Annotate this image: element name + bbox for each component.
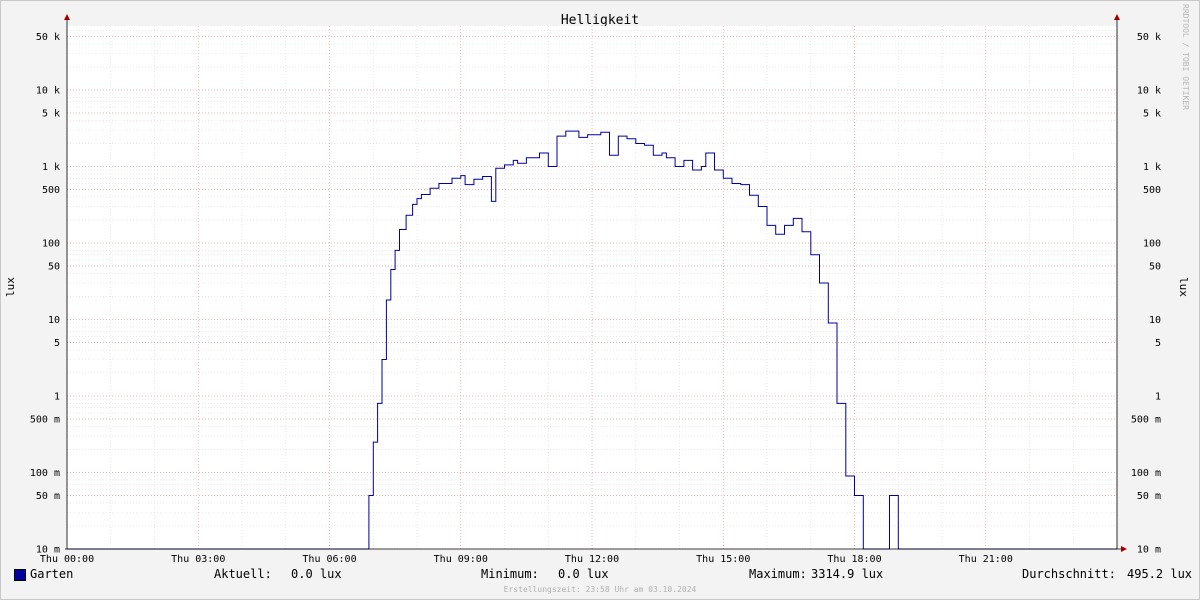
x-tick-label: Thu 09:00 — [434, 554, 488, 565]
legend-maximum-value: 3314.9 lux — [811, 567, 884, 581]
y-axis-label-right: lux — [1177, 277, 1190, 297]
legend-minimum-value: 0.0 lux — [558, 567, 609, 581]
rrdtool-credit: RRDTOOL / TOBI OETIKER — [1181, 4, 1190, 110]
y-tick-label-left: 500 — [42, 185, 60, 196]
y-tick-label-left: 50 — [48, 262, 60, 273]
y-tick-label-right: 1 — [1155, 392, 1161, 403]
y-tick-label-left: 10 k — [36, 86, 60, 97]
x-tick-label: Thu 12:00 — [565, 554, 619, 565]
y-tick-label-right: 50 k — [1137, 32, 1161, 43]
y-tick-label-right: 1 k — [1143, 162, 1161, 173]
y-tick-label-left: 500 m — [30, 415, 60, 426]
x-axis-arrow — [1121, 546, 1127, 552]
legend-series-label: Garten — [30, 567, 74, 581]
y-tick-label-right: 5 k — [1143, 109, 1161, 120]
y-tick-label-right: 50 m — [1137, 491, 1161, 502]
footer-timestamp: Erstellungszeit: 23:58 Uhr am 03.10.2024 — [503, 585, 697, 594]
x-tick-label: Thu 18:00 — [827, 554, 881, 565]
legend-aktuell-label: Aktuell: — [214, 567, 272, 581]
y-tick-label-left: 10 — [48, 315, 60, 326]
y-tick-label-right: 500 m — [1131, 415, 1161, 426]
legend-maximum-label: Maximum: — [749, 567, 807, 581]
x-tick-label: Thu 03:00 — [171, 554, 225, 565]
y-tick-label-right: 50 — [1149, 262, 1161, 273]
y-tick-label-right: 10 k — [1137, 86, 1161, 97]
legend-minimum-label: Minimum: — [481, 567, 539, 581]
y-axis-label-left: lux — [4, 277, 17, 297]
y-tick-label-left: 50 m — [36, 491, 60, 502]
legend-durchschnitt-label: Durchschnitt: — [1022, 567, 1116, 581]
y-tick-label-left: 1 — [54, 392, 60, 403]
y-tick-label-left: 1 k — [42, 162, 60, 173]
x-tick-label: Thu 15:00 — [696, 554, 750, 565]
y-tick-label-right: 10 m — [1137, 545, 1161, 556]
y-axis-arrow-right — [1114, 14, 1120, 20]
y-tick-label-left: 50 k — [36, 32, 60, 43]
y-tick-label-left: 5 — [54, 338, 60, 349]
x-tick-label: Thu 21:00 — [959, 554, 1013, 565]
chart-title: Helligkeit — [561, 13, 639, 28]
y-tick-label-right: 500 — [1143, 185, 1161, 196]
legend-durchschnitt-value: 495.2 lux — [1127, 567, 1193, 581]
brightness-chart: Helligkeit lux lux 10 m 10 m50 m 50 m100 m… — [4, 13, 1190, 565]
legend-swatch-garten — [14, 569, 26, 581]
legend-aktuell-value: 0.0 lux — [291, 567, 342, 581]
y-tick-label-right: 100 — [1143, 239, 1161, 250]
y-tick-label-right: 10 — [1149, 315, 1161, 326]
x-tick-label: Thu 00:00 — [40, 554, 94, 565]
y-tick-label-left: 100 m — [30, 468, 60, 479]
y-tick-label-left: 5 k — [42, 109, 60, 120]
y-tick-label-left: 100 — [42, 239, 60, 250]
y-tick-label-right: 100 m — [1131, 468, 1161, 479]
y-tick-label-right: 5 — [1155, 338, 1161, 349]
y-axis-arrow-left — [64, 14, 70, 20]
x-tick-label: Thu 06:00 — [302, 554, 356, 565]
